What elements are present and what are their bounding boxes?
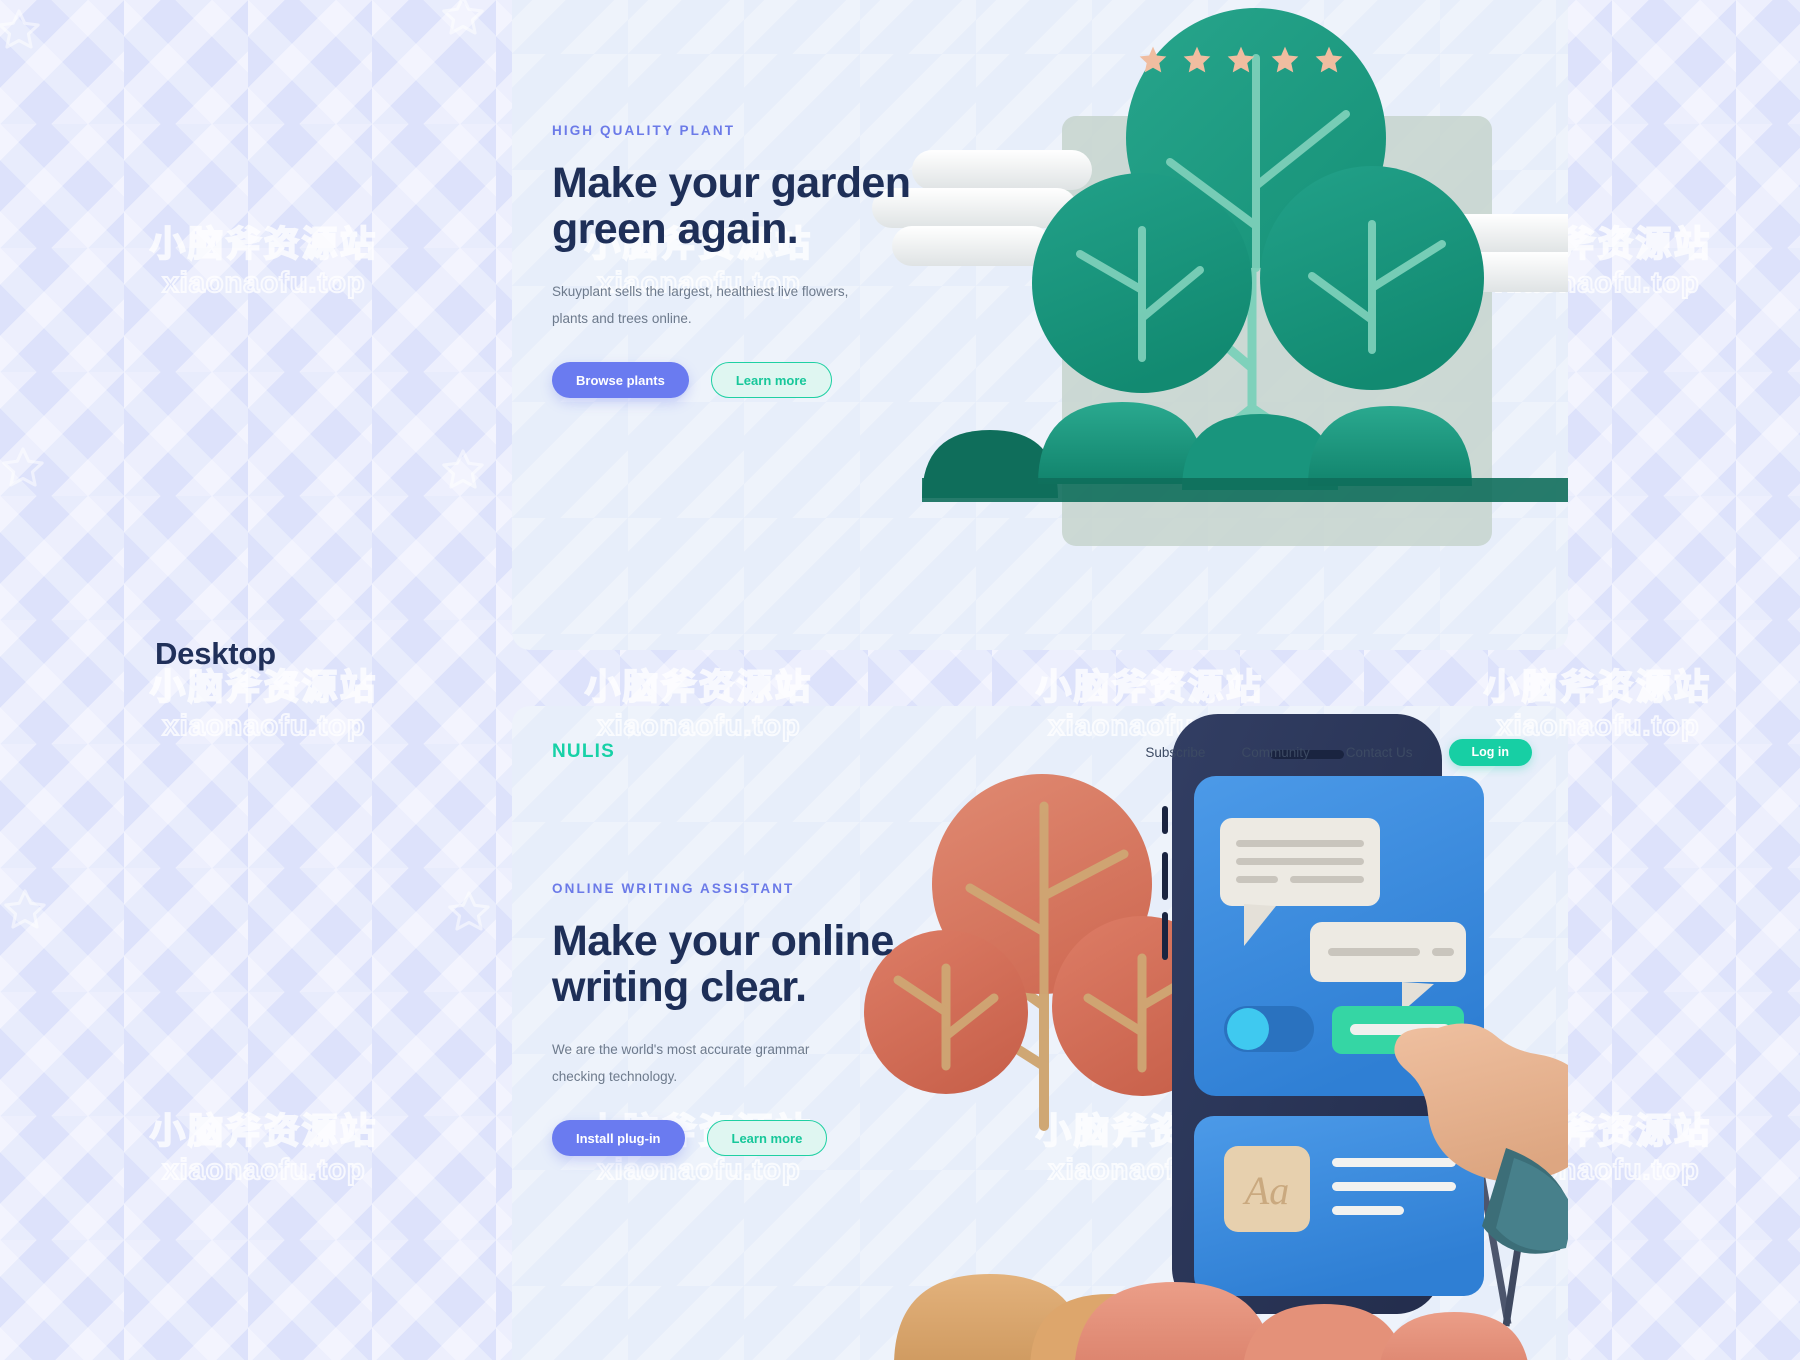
plant-landing-card: HIGH QUALITY PLANT Make your garden gree…	[512, 0, 1568, 650]
writing-subcopy: We are the world's most accurate grammar…	[552, 1042, 810, 1084]
star-decor-icon	[2, 886, 48, 932]
star-icon	[1313, 44, 1345, 76]
plant-button-row: Browse plants Learn more	[552, 362, 982, 398]
login-button[interactable]: Log in	[1448, 738, 1532, 766]
star-icon	[1269, 44, 1301, 76]
writing-eyebrow: ONLINE WRITING ASSISTANT	[552, 881, 795, 896]
nav-link-contact-us[interactable]: Contact Us	[1346, 745, 1413, 760]
rating-stars	[1137, 44, 1345, 76]
writing-learn-more-button[interactable]: Learn more	[706, 1120, 828, 1156]
star-decor-icon	[0, 444, 46, 490]
plant-headline: Make your garden green again.	[552, 160, 982, 252]
browse-plants-button[interactable]: Browse plants	[552, 362, 689, 398]
nav-links: Subscribe Community Contact Us Log in	[1145, 738, 1532, 766]
screenshot-canvas: HIGH QUALITY PLANT Make your garden gree…	[0, 0, 1800, 1360]
writing-navbar: NULIS Subscribe Community Contact Us Log…	[552, 734, 1532, 770]
star-decor-icon	[446, 888, 492, 934]
plant-headline-line2: green again.	[552, 205, 799, 253]
star-decor-icon	[440, 446, 486, 492]
star-icon	[1137, 44, 1169, 76]
nav-link-community[interactable]: Community	[1241, 745, 1309, 760]
writing-button-row: Install plug-in Learn more	[552, 1120, 982, 1156]
plant-headline-line1: Make your garden	[552, 159, 911, 207]
plant-learn-more-button[interactable]: Learn more	[710, 362, 832, 398]
plant-subcopy: Skuyplant sells the largest, healthiest …	[552, 284, 849, 326]
star-icon	[1181, 44, 1213, 76]
nulis-logo[interactable]: NULIS	[552, 741, 615, 763]
watermark: 小脑斧资源站xiaonaofu.top	[149, 667, 379, 743]
garden-illustration	[872, 0, 1568, 650]
star-decor-icon	[0, 6, 42, 52]
writing-headline-line1: Make your online	[552, 917, 894, 965]
writing-landing-card: NULIS Subscribe Community Contact Us Log…	[512, 706, 1568, 1360]
writing-headline: Make your online writing clear.	[552, 918, 982, 1010]
writing-hero-copy: ONLINE WRITING ASSISTANT Make your onlin…	[552, 881, 982, 1156]
star-icon	[1225, 44, 1257, 76]
star-decor-icon	[440, 0, 486, 38]
plant-eyebrow: HIGH QUALITY PLANT	[552, 123, 736, 138]
nav-link-subscribe[interactable]: Subscribe	[1145, 745, 1205, 760]
plant-hero-copy: HIGH QUALITY PLANT Make your garden gree…	[552, 123, 982, 398]
watermark: 小脑斧资源站xiaonaofu.top	[149, 1111, 379, 1187]
install-plugin-button[interactable]: Install plug-in	[552, 1120, 685, 1156]
svg-text:Aa: Aa	[1242, 1168, 1289, 1213]
desktop-label: Desktop	[155, 636, 276, 671]
watermark: 小脑斧资源站xiaonaofu.top	[149, 224, 379, 300]
writing-headline-line2: writing clear.	[552, 963, 807, 1011]
